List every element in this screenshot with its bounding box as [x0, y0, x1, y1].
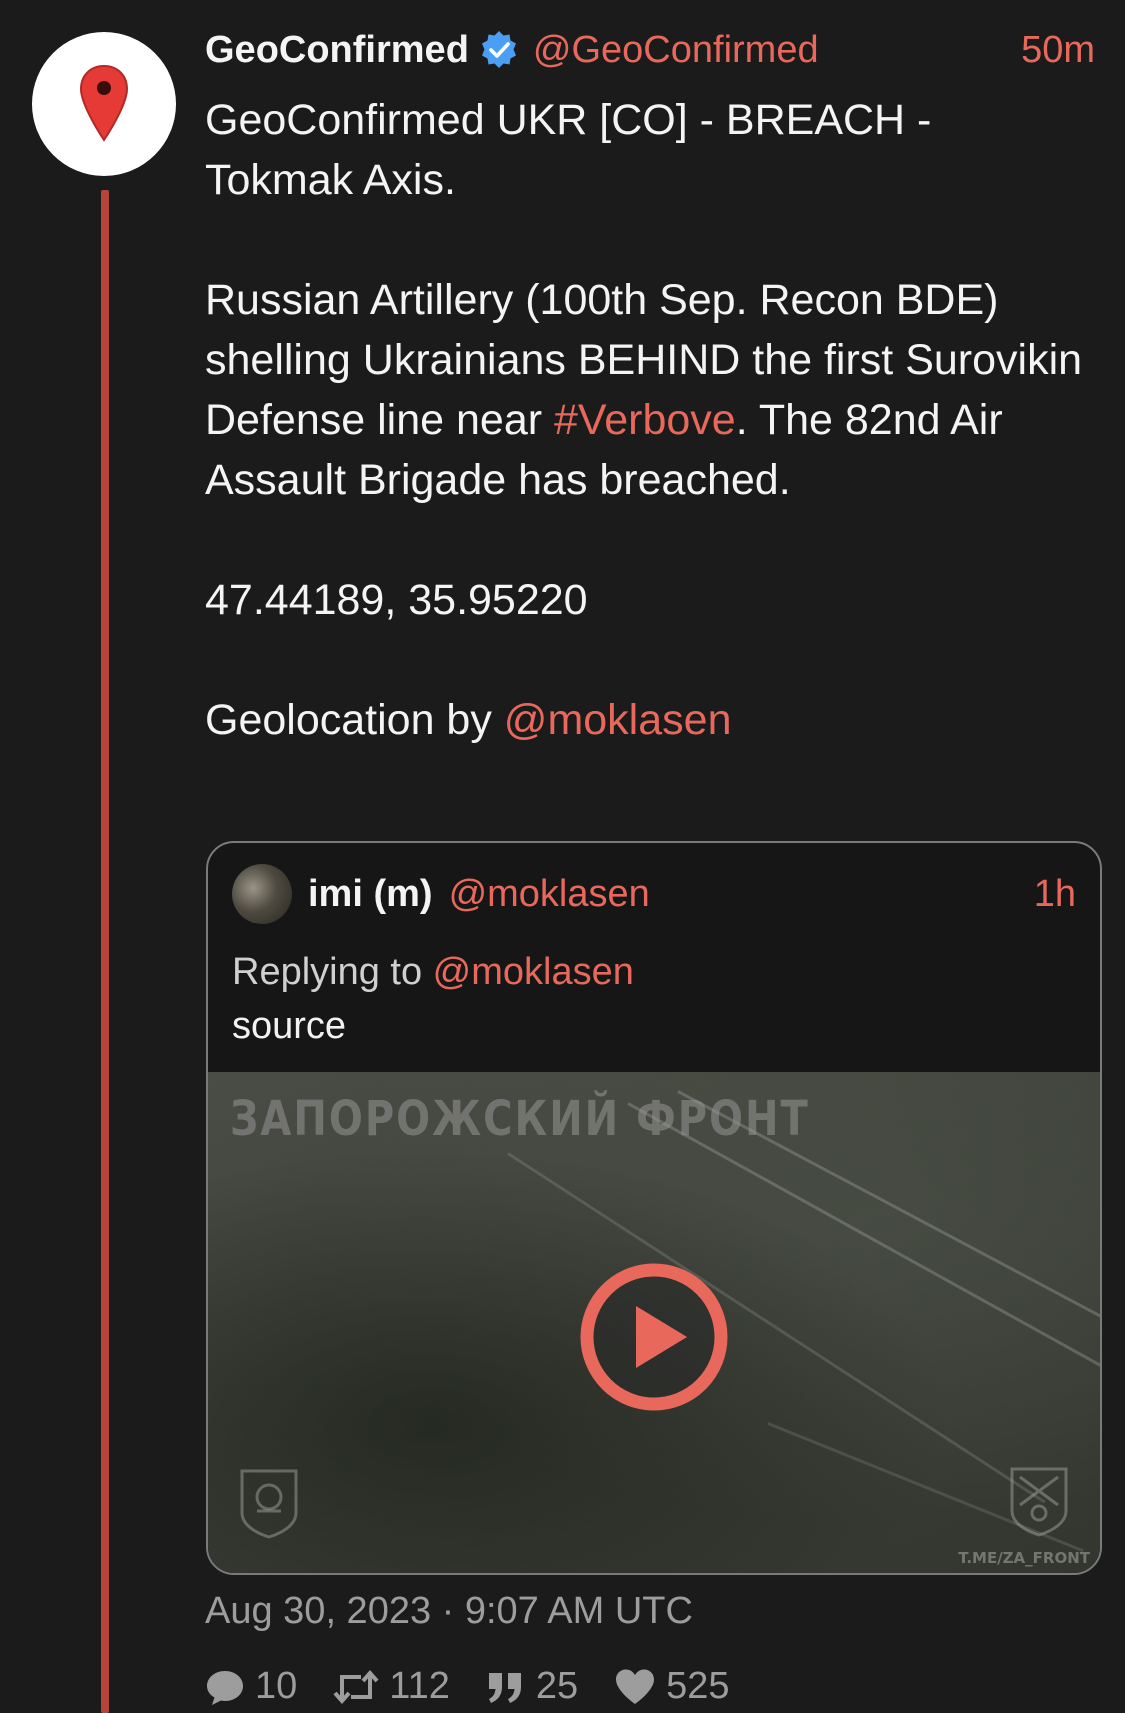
display-name[interactable]: GeoConfirmed	[205, 29, 469, 72]
comment-icon	[207, 1670, 243, 1705]
tweet-title-line-1: GeoConfirmed UKR [CO] - BREACH -	[205, 96, 932, 144]
video-thumbnail[interactable]: ЗАПОРОЖСКИЙ ФРОНТ T.ME/ZA_FRONT	[208, 1072, 1100, 1573]
tweet-stats: 10 112 25 525	[205, 1665, 766, 1708]
video-watermark: ЗАПОРОЖСКИЙ ФРОНТ	[230, 1092, 810, 1148]
tweet-title-line-2: Tokmak Axis.	[205, 156, 456, 204]
avatar[interactable]	[32, 32, 176, 176]
retweet-icon	[333, 1669, 379, 1704]
quoted-time[interactable]: 1h	[1034, 873, 1076, 916]
quoted-body: Replying to @moklasen source	[232, 945, 634, 1053]
quoted-text: source	[232, 1005, 347, 1047]
tweet-time[interactable]: 50m	[1021, 29, 1095, 72]
quoted-display-name[interactable]: imi (m)	[308, 873, 433, 916]
quote-count[interactable]: 25	[486, 1665, 578, 1708]
reply-count[interactable]: 10	[205, 1665, 297, 1708]
handle[interactable]: @GeoConfirmed	[533, 29, 819, 72]
unit-emblem-icon	[240, 1469, 298, 1539]
geolocation-credit: Geolocation by @moklasen	[205, 690, 1085, 750]
thread-line	[101, 190, 109, 1713]
like-count-value: 525	[666, 1665, 730, 1707]
coordinates: 47.44189, 35.95220	[205, 576, 588, 624]
replying-prefix: Replying to	[232, 951, 433, 993]
video-source-label: T.ME/ZA_FRONT	[958, 1549, 1090, 1567]
quote-count-value: 25	[535, 1665, 579, 1707]
quoted-tweet[interactable]: imi (m) @moklasen 1h Replying to @moklas…	[206, 841, 1102, 1575]
geolocation-prefix: Geolocation by	[205, 696, 504, 744]
like-count[interactable]: 525	[614, 1665, 730, 1708]
play-icon[interactable]	[579, 1262, 729, 1412]
heart-icon	[616, 1669, 655, 1704]
verified-badge-icon	[479, 30, 519, 70]
replying-handle-link[interactable]: @moklasen	[433, 951, 634, 993]
map-pin-icon	[79, 64, 129, 142]
tweet-header: GeoConfirmed @GeoConfirmed 50m	[205, 24, 1095, 76]
tweet-date[interactable]: Aug 30, 2023 · 9:07 AM UTC	[205, 1590, 693, 1633]
tweet-body: GeoConfirmed UKR [CO] - BREACH - Tokmak …	[205, 90, 1085, 750]
quoted-tweet-header: imi (m) @moklasen 1h	[232, 863, 1076, 925]
quote-icon	[488, 1672, 521, 1703]
mention-link[interactable]: @moklasen	[504, 696, 732, 744]
retweet-count[interactable]: 112	[333, 1665, 450, 1708]
quoted-avatar[interactable]	[232, 864, 292, 924]
hashtag-link[interactable]: #Verbove	[554, 396, 736, 444]
quoted-handle[interactable]: @moklasen	[449, 873, 650, 916]
replying-to: Replying to @moklasen	[232, 945, 634, 999]
reply-count-value: 10	[255, 1665, 298, 1707]
unit-emblem-icon	[1010, 1467, 1068, 1537]
tweet-paragraph: Russian Artillery (100th Sep. Recon BDE)…	[205, 270, 1085, 510]
retweet-count-value: 112	[389, 1665, 450, 1707]
